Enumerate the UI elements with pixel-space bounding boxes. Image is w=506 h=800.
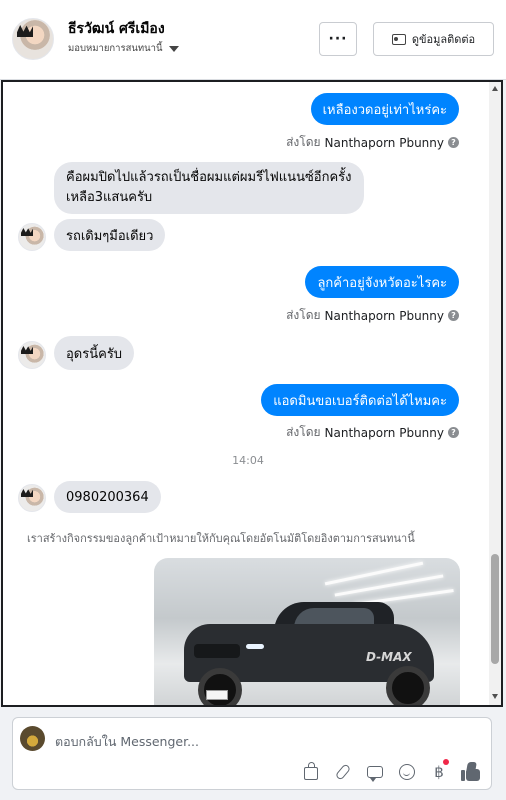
page-avatar [20,726,45,751]
more-options-button[interactable]: ··· [319,22,357,56]
speech-bubble-icon [367,766,383,782]
truck-headlight [246,644,264,649]
message-thread[interactable]: เหลืองวดอยู่เท่าไหร่คะ ส่งโดย Nanthaporn… [1,80,503,707]
shop-bag-button[interactable] [301,762,321,782]
incoming-message: คือผมปิดไปแล้วรถเป็นชื่อผมแต่ผมรีไฟแนนซ์… [54,162,364,214]
paperclip-icon [334,763,352,781]
sender-avatar[interactable] [18,223,46,251]
caret-down-icon [168,45,179,52]
sent-by-name: Nanthaporn Pbunny [324,135,444,150]
message-text: คือผมปิดไปแล้วรถเป็นชื่อผมแต่ผมรีไฟแนนซ์… [66,170,352,205]
baht-icon: ฿ [434,759,449,781]
smiley-icon [399,764,415,780]
thumbs-up-icon [461,762,481,782]
scrollbar-thumb[interactable] [491,554,499,664]
contact-avatar[interactable] [12,18,54,60]
saved-replies-button[interactable] [365,762,385,782]
dmax-badge: D-MAX [366,650,412,664]
scroll-down-arrow-icon[interactable] [492,694,498,699]
view-contact-label: ดูข้อมูลติดต่อ [411,33,476,46]
attach-button[interactable] [333,762,353,782]
sender-avatar[interactable] [18,341,46,369]
sent-by-info: ส่งโดย Nanthaporn Pbunny ? [286,306,459,325]
license-plate [206,690,228,700]
outgoing-message: เหลืองวดอยู่เท่าไหร่คะ [310,93,459,125]
sent-by-name: Nanthaporn Pbunny [324,308,444,323]
view-contact-info-button[interactable]: ดูข้อมูลติดต่อ [373,22,494,56]
help-icon[interactable]: ? [448,427,459,438]
contact-name[interactable]: ธีรวัฒน์ ศรีเมือง [68,18,165,40]
message-text: อุดรนี้ครับ [66,346,123,362]
sender-avatar[interactable] [18,484,46,512]
sent-by-prefix: ส่งโดย [286,135,321,149]
message-text: 0980200364 [66,489,149,505]
outgoing-message: แอดมินขอเบอร์ติดต่อได้ไหมคะ [261,384,459,416]
assign-conversation-dropdown[interactable]: มอบหมายการสนทนานี้ [68,41,179,56]
conversation-header: ธีรวัฒน์ ศรีเมือง มอบหมายการสนทนานี้ ···… [0,0,506,80]
sent-by-info: ส่งโดย Nanthaporn Pbunny ? [286,423,459,442]
ellipsis-icon: ··· [328,31,348,47]
truck-wheel [386,666,430,705]
sent-by-info: ส่งโดย Nanthaporn Pbunny ? [286,133,459,152]
incoming-message: 0980200364 [54,481,161,513]
outgoing-message: ลูกค้าอยู่จังหวัดอะไรคะ [305,266,459,298]
truck-grille [194,644,240,658]
truck-wheel [198,668,242,705]
auto-lead-activity-notice: เราสร้างกิจกรรมของลูกค้าเป้าหมายให้กับคุ… [27,532,415,545]
shared-photo[interactable]: D-MAX [154,558,460,705]
sent-by-prefix: ส่งโดย [286,308,321,322]
sent-by-prefix: ส่งโดย [286,425,321,439]
timestamp: 14:04 [232,454,264,467]
help-icon[interactable]: ? [448,137,459,148]
contact-card-icon [391,33,406,45]
payment-button[interactable]: ฿ [429,759,449,782]
notification-dot [442,759,449,765]
incoming-message: อุดรนี้ครับ [54,336,135,370]
sent-by-name: Nanthaporn Pbunny [324,425,444,440]
message-text: ลูกค้าอยู่จังหวัดอะไรคะ [317,275,447,291]
help-icon[interactable]: ? [448,310,459,321]
message-text: รถเดิมๆมือเดียว [66,228,154,244]
emoji-button[interactable] [397,762,417,782]
reply-input[interactable]: ตอบกลับใน Messenger... [55,732,199,752]
scroll-up-arrow-icon[interactable] [492,86,498,91]
assign-label: มอบหมายการสนทนานี้ [68,43,163,54]
like-button[interactable] [461,762,481,782]
incoming-message: รถเดิมๆมือเดียว [54,219,166,251]
reply-composer: ตอบกลับใน Messenger... ฿ [12,717,492,790]
message-text: เหลืองวดอยู่เท่าไหร่คะ [322,102,447,118]
scrollbar[interactable] [489,82,501,705]
message-text: แอดมินขอเบอร์ติดต่อได้ไหมคะ [273,393,447,409]
shopping-bag-icon [304,762,318,780]
